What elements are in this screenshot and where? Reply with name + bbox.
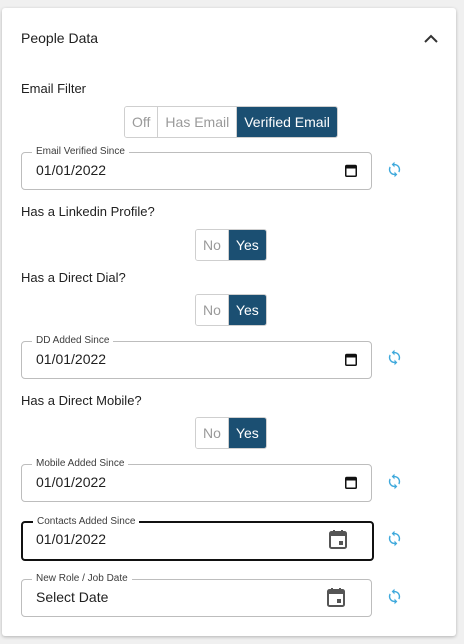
linkedin-label: Has a Linkedin Profile? bbox=[21, 204, 155, 219]
refresh-icon[interactable] bbox=[386, 349, 403, 366]
new-role-job-date-field[interactable]: New Role / Job Date Select Date bbox=[21, 572, 372, 617]
mobile-added-since-field[interactable]: Mobile Added Since 01/01/2022 bbox=[21, 457, 372, 502]
dd-added-since-value: 01/01/2022 bbox=[36, 351, 107, 367]
new-role-job-date-value: Select Date bbox=[36, 589, 109, 605]
contacts-added-since-value: 01/01/2022 bbox=[36, 531, 107, 547]
direct-dial-yes-button[interactable]: Yes bbox=[228, 295, 266, 325]
calendar-icon[interactable] bbox=[345, 164, 357, 177]
email-filter-toggle: Off Has Email Verified Email bbox=[124, 106, 338, 138]
refresh-icon[interactable] bbox=[386, 588, 403, 605]
new-role-job-date-label: New Role / Job Date bbox=[32, 572, 132, 586]
calendar-icon[interactable] bbox=[345, 476, 357, 489]
email-verified-since-label: Email Verified Since bbox=[32, 145, 129, 159]
refresh-icon[interactable] bbox=[386, 530, 403, 547]
refresh-icon[interactable] bbox=[386, 161, 403, 178]
direct-dial-toggle: No Yes bbox=[195, 294, 267, 326]
contacts-added-since-field[interactable]: Contacts Added Since 01/01/2022 bbox=[21, 515, 374, 561]
email-filter-verified-email-button[interactable]: Verified Email bbox=[237, 107, 337, 137]
linkedin-no-button[interactable]: No bbox=[196, 230, 229, 260]
email-filter-label: Email Filter bbox=[21, 81, 87, 96]
email-filter-off-button[interactable]: Off bbox=[125, 107, 159, 137]
direct-dial-no-button[interactable]: No bbox=[196, 295, 229, 325]
direct-mobile-no-button[interactable]: No bbox=[196, 418, 229, 448]
calendar-icon[interactable] bbox=[327, 588, 345, 607]
mobile-added-since-value: 01/01/2022 bbox=[36, 474, 107, 490]
panel-title: People Data bbox=[21, 30, 99, 46]
linkedin-yes-button[interactable]: Yes bbox=[228, 230, 266, 260]
people-data-panel: People Data Email Filter Off Has Email V… bbox=[2, 8, 456, 636]
chevron-up-icon[interactable] bbox=[422, 32, 440, 46]
refresh-icon[interactable] bbox=[386, 473, 403, 490]
direct-mobile-yes-button[interactable]: Yes bbox=[228, 418, 266, 448]
email-verified-since-value: 01/01/2022 bbox=[36, 162, 107, 178]
dd-added-since-field[interactable]: DD Added Since 01/01/2022 bbox=[21, 334, 372, 379]
mobile-added-since-label: Mobile Added Since bbox=[32, 457, 129, 471]
email-filter-has-email-button[interactable]: Has Email bbox=[158, 107, 238, 137]
contacts-added-since-label: Contacts Added Since bbox=[33, 515, 140, 529]
email-verified-since-field[interactable]: Email Verified Since 01/01/2022 bbox=[21, 145, 372, 190]
calendar-icon[interactable] bbox=[345, 353, 357, 366]
linkedin-toggle: No Yes bbox=[195, 229, 267, 261]
direct-mobile-label: Has a Direct Mobile? bbox=[21, 393, 142, 408]
direct-dial-label: Has a Direct Dial? bbox=[21, 270, 126, 285]
calendar-icon[interactable] bbox=[329, 530, 347, 549]
dd-added-since-label: DD Added Since bbox=[32, 334, 114, 348]
direct-mobile-toggle: No Yes bbox=[195, 417, 267, 449]
